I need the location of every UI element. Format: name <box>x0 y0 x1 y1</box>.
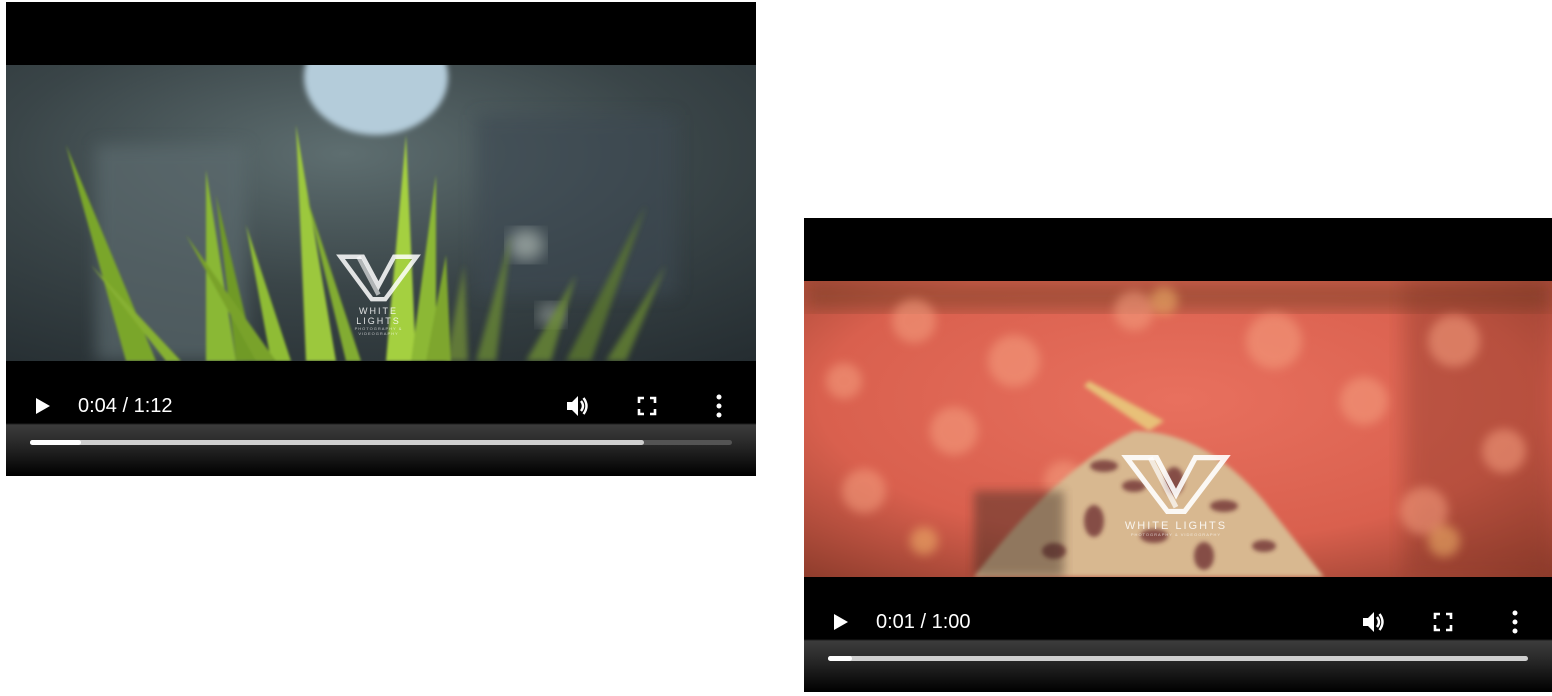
watermark-tagline: PHOTOGRAPHY & VIDEOGRAPHY <box>1130 531 1222 537</box>
player-controls: 0:01 / 1:00 <box>804 577 1552 692</box>
video-player-1[interactable]: WHITE LIGHTS PHOTOGRAPHY & VIDEOGRAPHY 0… <box>6 2 756 476</box>
video-frame[interactable]: WHITE LIGHTS PHOTOGRAPHY & VIDEOGRAPHY <box>6 65 756 361</box>
time-display: 0:01 / 1:00 <box>876 611 971 633</box>
watermark: WHITE LIGHTS PHOTOGRAPHY & VIDEOGRAPHY <box>1120 449 1232 537</box>
play-icon[interactable] <box>832 612 850 632</box>
video-frame[interactable]: WHITE LIGHTS PHOTOGRAPHY & VIDEOGRAPHY <box>804 281 1552 577</box>
progress-bar[interactable] <box>828 656 1528 661</box>
volume-icon[interactable] <box>1360 609 1386 635</box>
watermark-tagline: PHOTOGRAPHY & VIDEOGRAPHY <box>354 325 403 336</box>
watermark-name: WHITE LIGHTS <box>356 305 401 326</box>
player-controls: 0:04 / 1:12 <box>6 361 756 476</box>
volume-icon[interactable] <box>564 393 590 419</box>
time-display: 0:04 / 1:12 <box>78 395 173 417</box>
video-player-2[interactable]: WHITE LIGHTS PHOTOGRAPHY & VIDEOGRAPHY 0… <box>804 218 1552 692</box>
progress-buffered <box>828 656 1528 661</box>
progress-bar[interactable] <box>30 440 732 445</box>
play-icon[interactable] <box>34 396 52 416</box>
watermark-name: WHITE LIGHTS <box>1124 519 1228 532</box>
progress-played <box>828 656 852 661</box>
more-options-icon[interactable] <box>1502 609 1528 635</box>
watermark-logo-icon <box>1121 455 1231 515</box>
fullscreen-icon[interactable] <box>1430 609 1456 635</box>
more-options-icon[interactable] <box>706 393 732 419</box>
watermark: WHITE LIGHTS PHOTOGRAPHY & VIDEOGRAPHY <box>336 250 421 336</box>
watermark-logo-icon <box>336 254 421 302</box>
progress-buffered <box>30 440 645 445</box>
fullscreen-icon[interactable] <box>634 393 660 419</box>
progress-played <box>30 440 81 445</box>
